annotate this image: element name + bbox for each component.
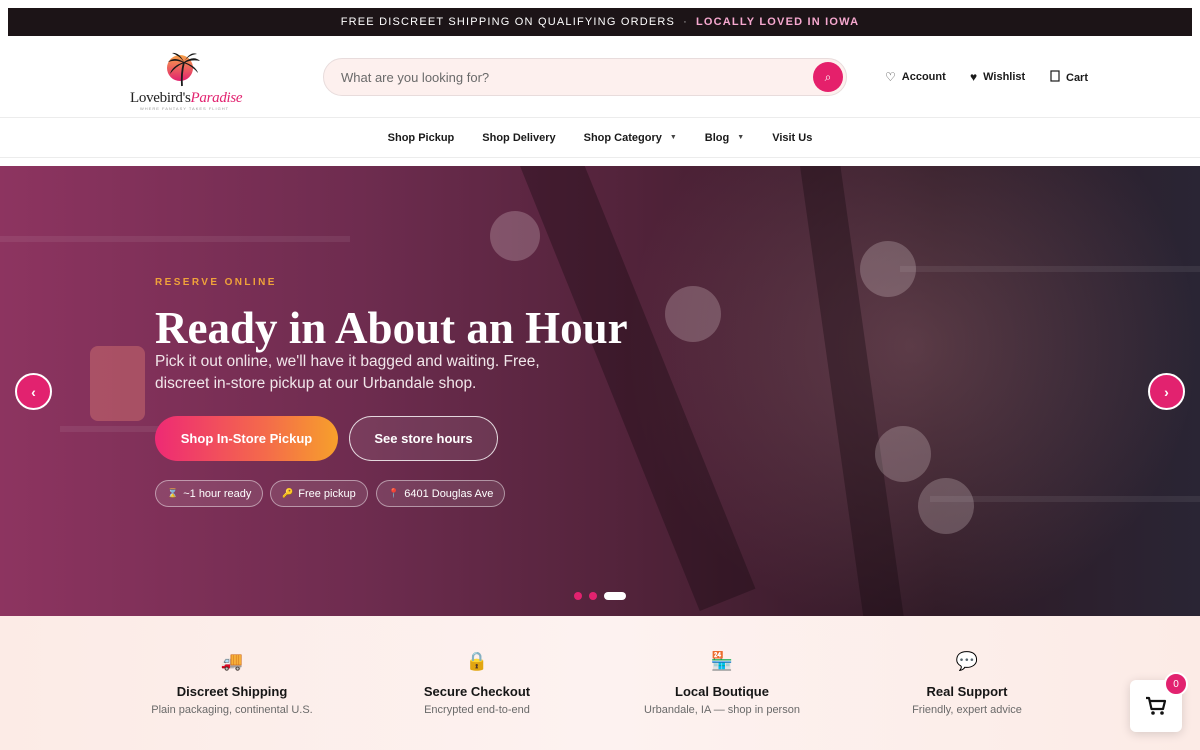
caret-down-icon: ▼	[669, 134, 677, 141]
background-candle	[90, 346, 145, 421]
shopping-cart-icon	[1146, 696, 1167, 715]
caret-down-icon: ▼	[737, 134, 745, 141]
cart-label: Cart	[1066, 71, 1089, 84]
hero-eyebrow: RESERVE ONLINE	[155, 277, 277, 288]
hourglass-icon: ⌛	[167, 488, 179, 498]
chevron-left-icon: ‹	[31, 383, 36, 400]
carousel-next-button[interactable]: ›	[1148, 373, 1185, 410]
nav-item-label: Visit Us	[772, 131, 813, 144]
logo[interactable]: Lovebird'sParadise WHERE FANTASY TAKES F…	[124, 48, 260, 111]
nav-item-label: Shop Pickup	[387, 131, 455, 144]
bokeh-light	[918, 478, 974, 534]
heart-icon: ♥	[970, 70, 978, 84]
nav-item-shop-category[interactable]: Shop Category ▼	[584, 132, 677, 144]
pill-text: ~1 hour ready	[183, 487, 252, 500]
carousel-dots	[574, 592, 626, 600]
site-header: Lovebird'sParadise WHERE FANTASY TAKES F…	[0, 36, 1200, 118]
search-input[interactable]	[341, 69, 801, 85]
carousel-dot-1[interactable]	[574, 592, 582, 600]
cart-outline-icon	[1050, 70, 1060, 85]
nav-item-label: Shop Category	[583, 131, 662, 144]
feature-local-boutique: 🏪 Local Boutique Urbandale, IA — shop in…	[612, 646, 832, 717]
delivery-truck-icon: 🚚	[220, 650, 244, 671]
bokeh-light	[665, 286, 721, 342]
logo-wordmark-part2: Paradise	[190, 90, 243, 106]
wishlist-label: Wishlist	[983, 71, 1026, 83]
pin-icon: 📍	[388, 488, 400, 498]
logo-wordmark: Lovebird'sParadise	[130, 90, 243, 107]
key-icon: 🔑	[282, 488, 294, 498]
announcement-separator: ·	[683, 16, 688, 28]
feature-title: Discreet Shipping	[176, 684, 288, 699]
search-button[interactable]: ⌕	[813, 62, 843, 92]
bokeh-light	[490, 211, 540, 261]
hero-subtitle: Pick it out online, we'll have it bagged…	[155, 353, 540, 392]
shop-in-store-pickup-button[interactable]: Shop In-Store Pickup	[155, 416, 338, 461]
feature-secure-checkout: 🔒 Secure Checkout Encrypted end-to-end	[367, 646, 587, 717]
nav-item-visit-us[interactable]: Visit Us	[772, 132, 812, 144]
feature-subtitle: Plain packaging, continental U.S.	[151, 704, 313, 716]
nav-item-label: Shop Delivery	[482, 131, 556, 144]
wishlist-link[interactable]: ♥ Wishlist	[970, 70, 1025, 84]
carousel-dot-3[interactable]	[604, 592, 626, 600]
cart-link[interactable]: Cart	[1050, 70, 1088, 85]
nav-item-label: Blog	[704, 131, 730, 144]
storefront-icon: 🏪	[710, 650, 734, 671]
main-nav: Shop Pickup Shop Delivery Shop Category …	[0, 118, 1200, 158]
feature-subtitle: Encrypted end-to-end	[424, 704, 530, 716]
nav-item-blog[interactable]: Blog ▼	[705, 132, 744, 144]
feature-discreet-shipping: 🚚 Discreet Shipping Plain packaging, con…	[122, 646, 342, 717]
account-label: Account	[901, 71, 946, 83]
bokeh-light	[875, 426, 931, 482]
lock-icon: 🔒	[465, 650, 489, 671]
logo-tagline: WHERE FANTASY TAKES FLIGHT	[140, 106, 230, 111]
nav-item-shop-delivery[interactable]: Shop Delivery	[482, 132, 555, 144]
feature-real-support: 💬 Real Support Friendly, expert advice	[857, 646, 1077, 717]
search-bar: ⌕	[323, 58, 847, 96]
feature-title: Secure Checkout	[423, 684, 531, 699]
search-icon: ⌕	[824, 69, 832, 84]
pill-text: Free pickup	[298, 487, 356, 500]
hero-pill-address: 📍 6401 Douglas Ave	[376, 480, 506, 507]
bokeh-light	[860, 241, 916, 297]
logo-wordmark-part1: Lovebird's	[130, 90, 191, 106]
background-shelf	[0, 236, 350, 242]
carousel-dot-2[interactable]	[589, 592, 597, 600]
account-link[interactable]: ♡ Account	[885, 70, 946, 84]
chevron-right-icon: ›	[1164, 383, 1169, 400]
hero-pill-free-pickup: 🔑 Free pickup	[270, 480, 368, 507]
feature-subtitle: Friendly, expert advice	[912, 704, 1022, 716]
heart-outline-icon: ♡	[885, 70, 896, 84]
background-slat	[800, 166, 907, 616]
hero-title: Ready in About an Hour	[155, 303, 628, 353]
feature-title: Real Support	[926, 684, 1008, 699]
hero-carousel: RESERVE ONLINE Ready in About an Hour Pi…	[0, 166, 1200, 616]
hero-pill-ready-time: ⌛ ~1 hour ready	[155, 480, 264, 507]
features-strip: 🚚 Discreet Shipping Plain packaging, con…	[0, 616, 1200, 750]
announcement-highlight: LOCALLY LOVED IN IOWA	[695, 16, 860, 28]
background-shelf	[900, 266, 1200, 272]
nav-item-shop-pickup[interactable]: Shop Pickup	[388, 132, 455, 144]
see-store-hours-button[interactable]: See store hours	[349, 416, 498, 461]
cart-count-badge: 0	[1164, 672, 1188, 696]
speech-bubble-icon: 💬	[955, 650, 979, 671]
carousel-prev-button[interactable]: ‹	[15, 373, 52, 410]
announcement-bar: FREE DISCREET SHIPPING ON QUALIFYING ORD…	[8, 8, 1192, 36]
feature-title: Local Boutique	[675, 684, 769, 699]
announcement-text: FREE DISCREET SHIPPING ON QUALIFYING ORD…	[340, 16, 676, 28]
pill-text: 6401 Douglas Ave	[404, 487, 494, 500]
feature-subtitle: Urbandale, IA — shop in person	[644, 704, 800, 716]
